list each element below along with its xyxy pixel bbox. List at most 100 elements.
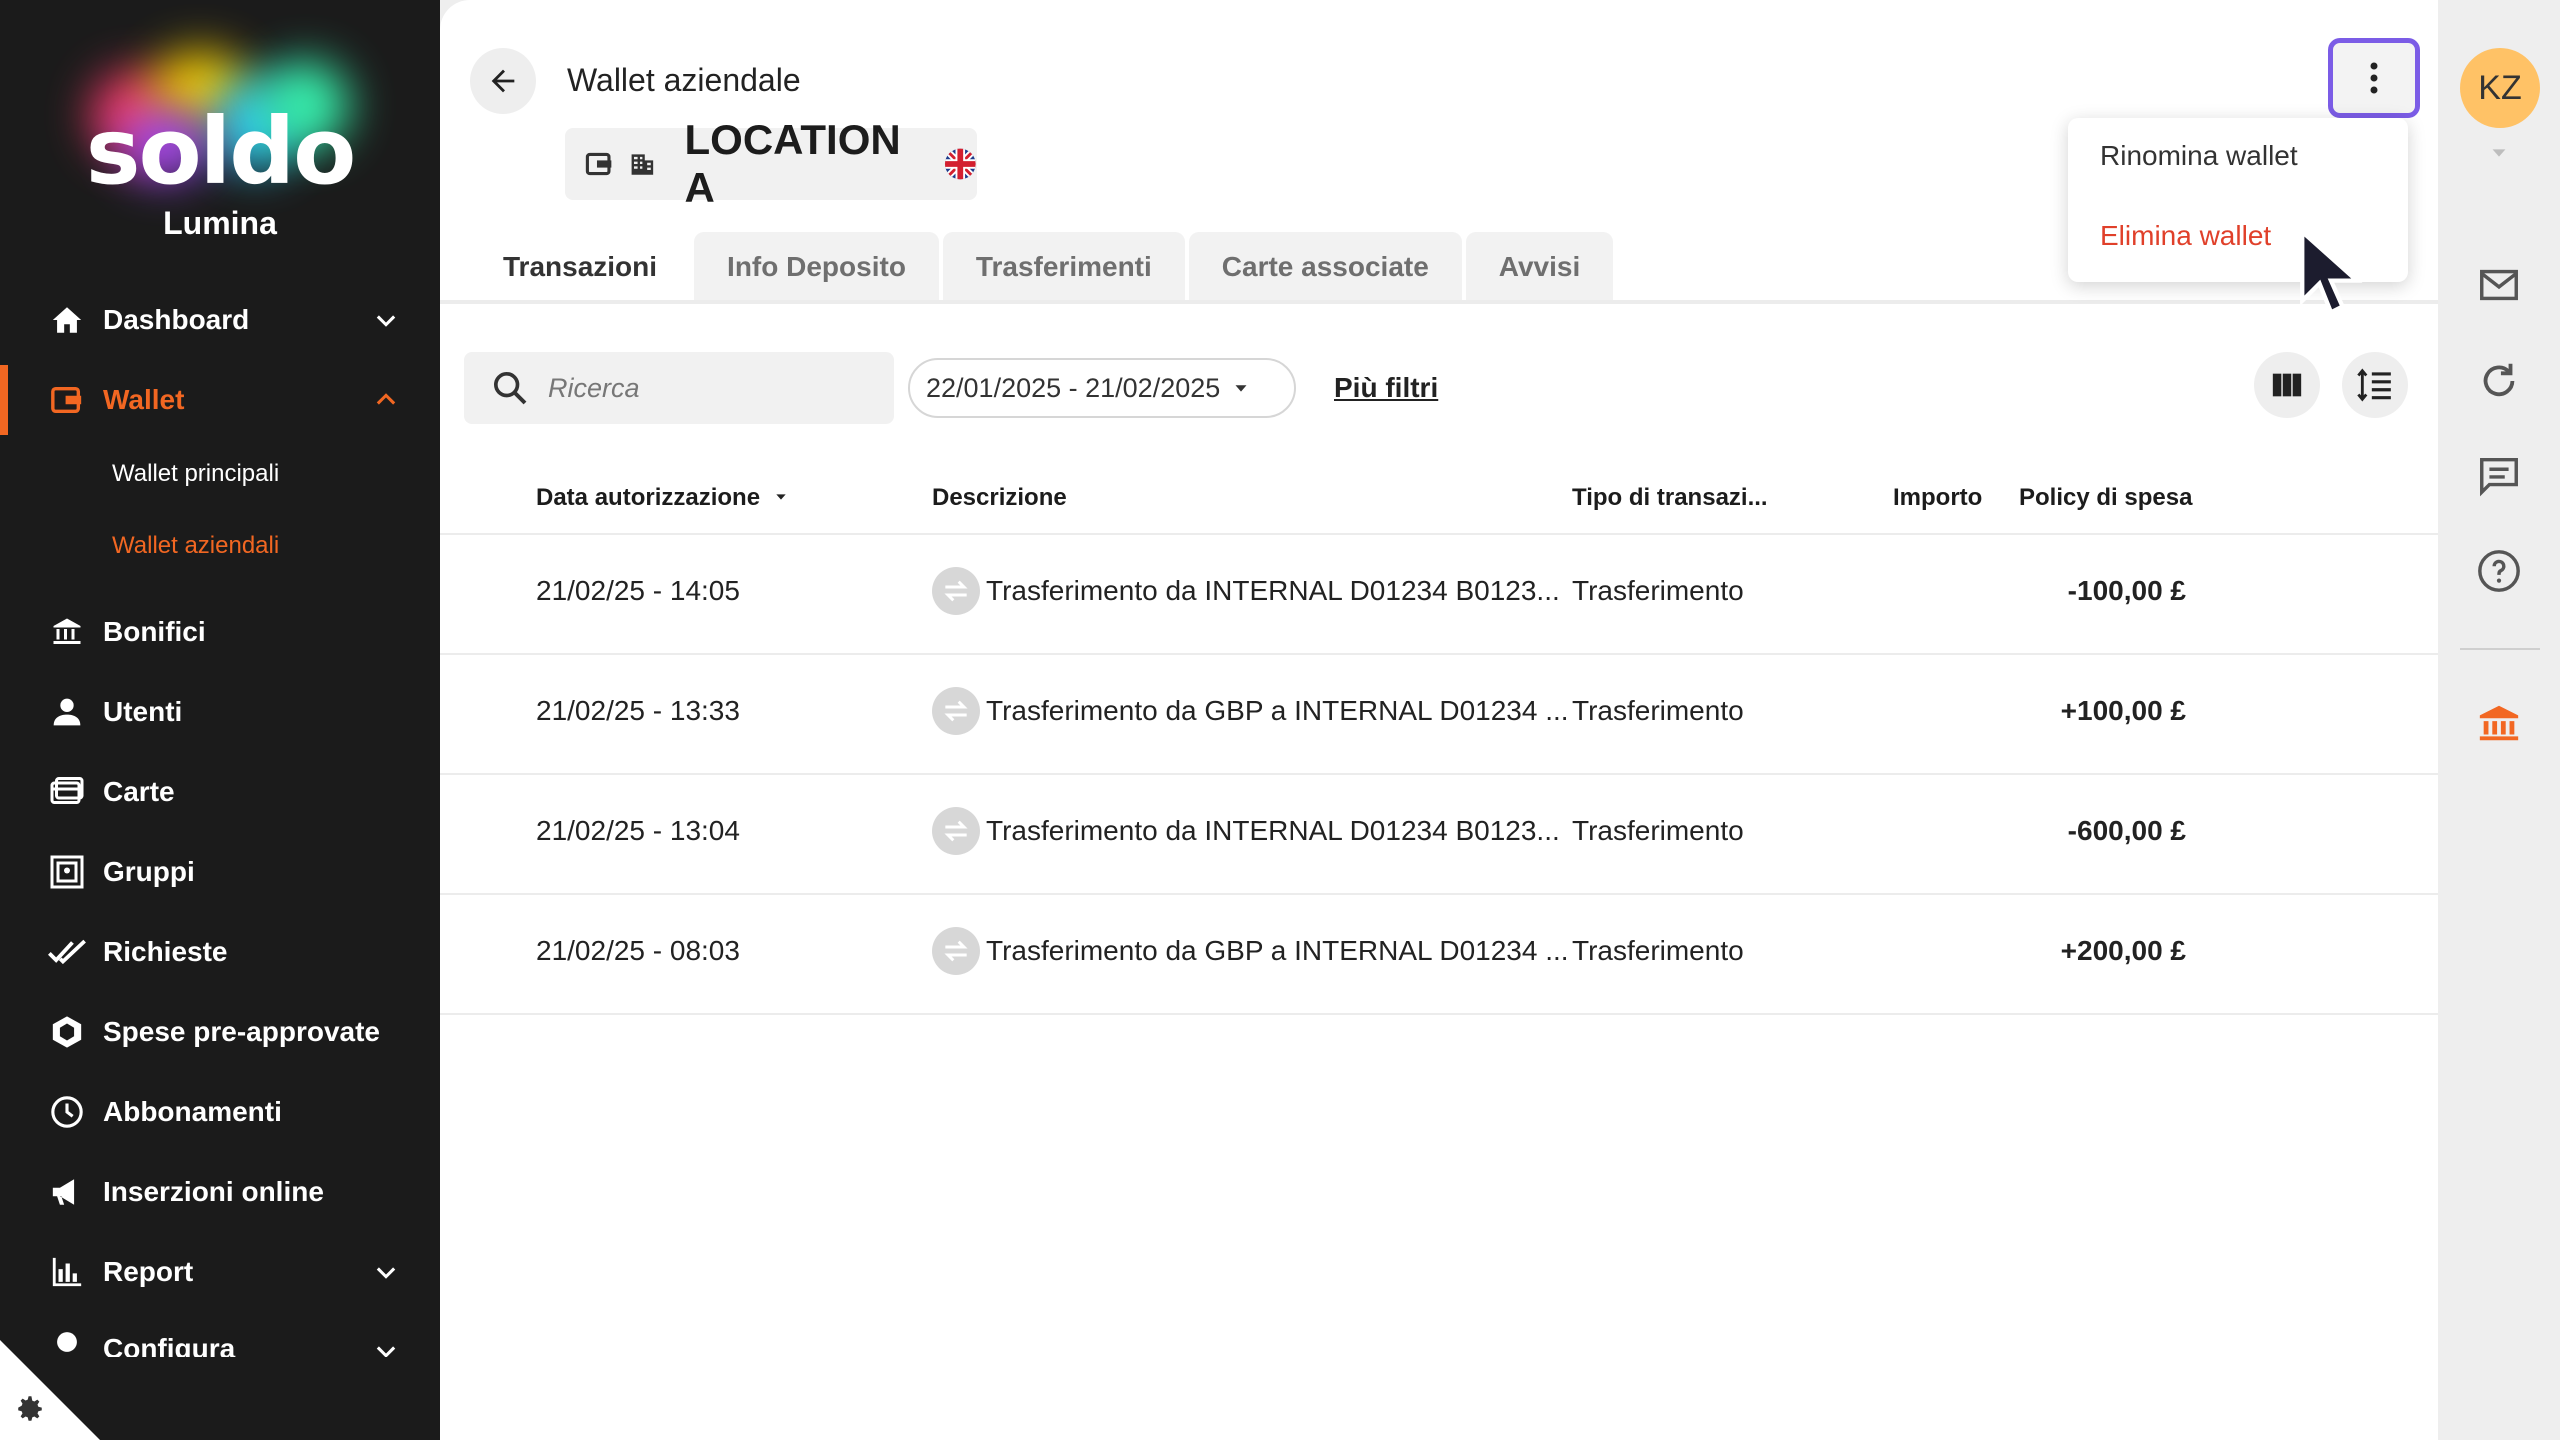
- user-icon: [48, 693, 86, 731]
- table-row[interactable]: 21/02/25 - 13:33 Trasferimento da GBP a …: [440, 653, 2438, 773]
- clock-icon: [48, 1093, 86, 1131]
- tab-carte-associate[interactable]: Carte associate: [1188, 232, 1462, 302]
- sidebar-item-label: Carte: [103, 776, 175, 807]
- kebab-menu-icon: [2370, 62, 2378, 94]
- card-icon: [48, 773, 86, 811]
- arrow-left-icon: [491, 69, 515, 93]
- sidebar-item-wallet[interactable]: Wallet: [0, 365, 440, 435]
- building-icon: [631, 154, 653, 175]
- columns-button[interactable]: [2254, 352, 2320, 418]
- home-icon: [48, 301, 86, 339]
- caret-down-icon: [1235, 385, 1247, 392]
- wallet-icon: [585, 152, 612, 176]
- sidebar-item-utenti[interactable]: Utenti: [0, 677, 440, 747]
- search-input[interactable]: Ricerca: [464, 352, 894, 424]
- settings-gear-icon[interactable]: [12, 1392, 46, 1426]
- bank-transfer-icon: [48, 613, 86, 651]
- sidebar-subitem-wallet-principali[interactable]: Wallet principali: [112, 460, 279, 488]
- sidebar-item-label: Dashboard: [103, 304, 250, 335]
- chat-icon[interactable]: [2476, 452, 2522, 498]
- column-header-importo[interactable]: Importo: [1893, 484, 1982, 512]
- cog-icon: [48, 1323, 86, 1357]
- sidebar-item-configura[interactable]: Configura: [0, 1317, 440, 1357]
- chevron-down-icon[interactable]: [372, 1258, 400, 1286]
- help-icon[interactable]: [2476, 548, 2522, 594]
- tab-info-deposito[interactable]: Info Deposito: [694, 232, 939, 302]
- table-row[interactable]: 21/02/25 - 14:05 Trasferimento da INTERN…: [440, 533, 2438, 653]
- transfer-icon: [932, 807, 980, 855]
- page-title: Wallet aziendale: [567, 62, 801, 98]
- row-amount: +100,00 £: [2060, 695, 2186, 726]
- sidebar-item-richieste[interactable]: Richieste: [0, 917, 440, 987]
- user-avatar[interactable]: KZ: [2460, 48, 2540, 128]
- table-bottom-border: [440, 1013, 2438, 1015]
- table-row[interactable]: 21/02/25 - 08:03 Trasferimento da GBP a …: [440, 893, 2438, 1013]
- sidebar-item-spese-pre-approvate[interactable]: Spese pre-approvate: [0, 997, 440, 1067]
- row-date: 21/02/25 - 14:05: [536, 575, 740, 606]
- bar-chart-icon: [48, 1253, 86, 1291]
- mail-icon[interactable]: [2476, 262, 2522, 308]
- sidebar-item-label: Spese pre-approvate: [103, 1016, 380, 1047]
- double-check-icon: [48, 933, 86, 971]
- columns-icon: [2272, 373, 2302, 397]
- column-header-tipo[interactable]: Tipo di transazi...: [1572, 484, 1768, 512]
- sidebar-item-label: Abbonamenti: [103, 1096, 282, 1127]
- tab-trasferimenti[interactable]: Trasferimenti: [942, 232, 1185, 302]
- brand-logo[interactable]: soldo: [0, 40, 440, 205]
- row-type: Trasferimento: [1572, 575, 1744, 606]
- row-description: Trasferimento da GBP a INTERNAL D01234 .…: [986, 935, 1569, 966]
- groups-icon: [48, 853, 86, 891]
- transfer-icon: [932, 687, 980, 735]
- row-density-button[interactable]: [2342, 352, 2408, 418]
- more-filters-link[interactable]: Più filtri: [1334, 372, 1438, 404]
- wallet-icon: [48, 381, 86, 419]
- sidebar-item-bonifici[interactable]: Bonifici: [0, 597, 440, 667]
- organization-name: Lumina: [163, 205, 277, 241]
- column-header-descrizione[interactable]: Descrizione: [932, 484, 1067, 512]
- date-range-picker[interactable]: 22/01/2025 - 21/02/2025: [908, 358, 1296, 418]
- chevron-down-icon[interactable]: [372, 306, 400, 334]
- sidebar-item-report[interactable]: Report: [0, 1237, 440, 1307]
- row-date: 21/02/25 - 08:03: [536, 935, 740, 966]
- chevron-down-icon[interactable]: [372, 1337, 400, 1357]
- delete-wallet-menu-item[interactable]: Elimina wallet: [2100, 220, 2271, 252]
- rename-wallet-menu-item[interactable]: Rinomina wallet: [2100, 140, 2298, 172]
- back-button[interactable]: [470, 48, 536, 114]
- more-options-button[interactable]: [2328, 38, 2420, 118]
- bank-icon[interactable]: [2476, 700, 2522, 746]
- row-type: Trasferimento: [1572, 695, 1744, 726]
- megaphone-icon: [48, 1173, 86, 1211]
- chevron-up-icon[interactable]: [372, 386, 400, 414]
- sidebar-item-gruppi[interactable]: Gruppi: [0, 837, 440, 907]
- tab-bar: Transazioni Info Deposito Trasferimenti …: [470, 232, 1617, 302]
- tab-avvisi[interactable]: Avvisi: [1465, 232, 1614, 302]
- logo-text: soldo: [85, 98, 357, 205]
- sidebar-item-label: Inserzioni online: [103, 1176, 324, 1207]
- sidebar-item-label: Wallet: [103, 384, 185, 415]
- date-range-value: 22/01/2025 - 21/02/2025: [926, 372, 1221, 403]
- table-row[interactable]: 21/02/25 - 13:04 Trasferimento da INTERN…: [440, 773, 2438, 893]
- row-amount: -100,00 £: [2067, 575, 2186, 606]
- sidebar-item-label: Bonifici: [103, 616, 206, 647]
- row-type: Trasferimento: [1572, 935, 1744, 966]
- search-icon: [494, 372, 527, 405]
- tab-transazioni[interactable]: Transazioni: [470, 232, 691, 302]
- sidebar-item-dashboard[interactable]: Dashboard: [0, 285, 440, 355]
- sidebar-item-abbonamenti[interactable]: Abbonamenti: [0, 1077, 440, 1147]
- row-type: Trasferimento: [1572, 815, 1744, 846]
- tab-divider: [440, 300, 2438, 304]
- column-header-policy[interactable]: Policy di spesa: [2019, 484, 2192, 512]
- sort-desc-icon: [776, 494, 786, 500]
- avatar-caret-icon[interactable]: [2488, 142, 2510, 164]
- refresh-icon[interactable]: [2476, 358, 2522, 404]
- wallet-name-chip: LOCATION A: [565, 116, 977, 211]
- sidebar-item-label: Configura: [103, 1333, 236, 1357]
- hexagon-icon: [48, 1013, 86, 1051]
- transfer-icon: [932, 567, 980, 615]
- sidebar: soldo Lumina Dashboard Wallet Wallet pri…: [0, 0, 440, 1440]
- sidebar-subitem-wallet-aziendali[interactable]: Wallet aziendali: [112, 532, 279, 560]
- column-header-data[interactable]: Data autorizzazione: [536, 484, 789, 512]
- mouse-cursor-icon: [2300, 226, 2363, 316]
- sidebar-item-carte[interactable]: Carte: [0, 757, 440, 827]
- sidebar-item-inserzioni-online[interactable]: Inserzioni online: [0, 1157, 440, 1227]
